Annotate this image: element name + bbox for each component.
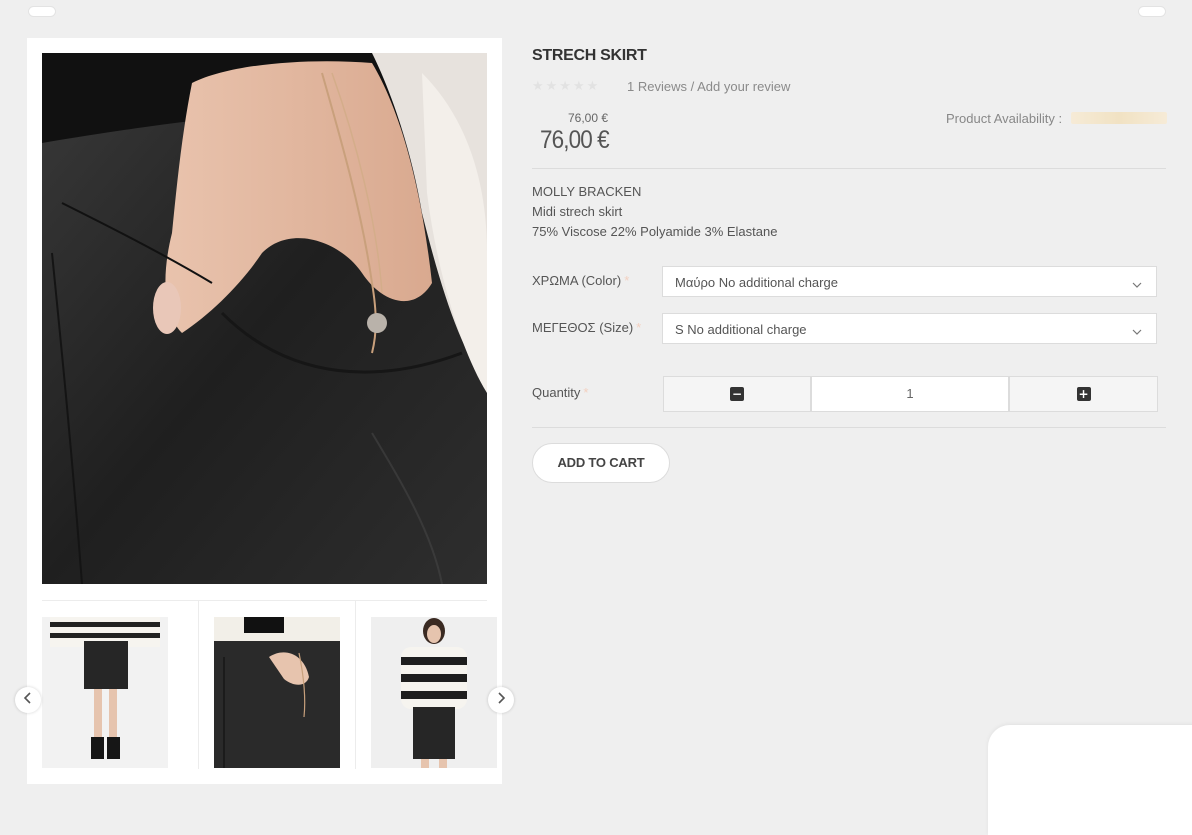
reviews-links: 1 Reviews / Add your review [627,79,790,94]
required-mark: * [636,320,642,335]
thumbnail-strip [42,600,497,769]
thumbnail-detail-view[interactable] [199,601,356,769]
top-right-pill[interactable] [1138,6,1166,17]
reviews-separator: / [690,79,695,94]
rating-stars: ★★★★★ [532,78,601,93]
chat-widget-tab[interactable] [988,725,1192,835]
quantity-input[interactable]: 1 [811,376,1009,412]
main-product-image[interactable] [42,53,487,584]
add-review-link[interactable]: Add your review [697,79,790,94]
gallery-prev-button[interactable] [15,687,41,713]
availability-label: Product Availability : [946,111,1063,126]
color-select-value: Μαύρο No additional charge [675,275,838,290]
required-mark: * [583,385,589,400]
old-price: 76,00 € [568,111,609,125]
description-brand: MOLLY BRACKEN [532,184,642,199]
size-select[interactable]: S No additional charge [662,313,1157,344]
quantity-label: Quantity * [532,385,588,400]
size-label-text: ΜΕΓΕΘΟΣ (Size) [532,320,634,335]
divider [532,427,1166,428]
gallery-next-button[interactable] [488,687,514,713]
top-left-pill[interactable] [28,6,56,17]
product-title: STRECH SKIRT [532,47,647,64]
thumbnail-front-view[interactable] [356,601,513,769]
chevron-down-icon [1132,277,1142,292]
chevron-right-icon [496,691,506,709]
quantity-increase-button[interactable]: + [1009,376,1158,412]
price: 76,00 € [540,126,610,154]
add-to-cart-button[interactable]: ADD TO CART [532,443,670,483]
chevron-left-icon [23,691,33,709]
color-option-label: ΧΡΩΜΑ (Color) * [532,273,629,288]
size-select-value: S No additional charge [675,322,807,337]
required-mark: * [624,273,630,288]
color-label-text: ΧΡΩΜΑ (Color) [532,273,622,288]
description-material: 75% Viscose 22% Polyamide 3% Elastane [532,224,778,239]
divider [532,168,1166,169]
quantity-label-text: Quantity [532,385,581,400]
color-select[interactable]: Μαύρο No additional charge [662,266,1157,297]
reviews-count-link[interactable]: 1 Reviews [627,79,687,94]
size-option-label: ΜΕΓΕΘΟΣ (Size) * [532,320,641,335]
description-type: Midi strech skirt [532,204,623,219]
plus-icon: + [1076,387,1091,401]
thumbnail-back-view[interactable] [42,601,199,769]
quantity-decrease-button[interactable]: − [663,376,811,412]
minus-icon: − [730,387,744,401]
chevron-down-icon [1132,324,1142,339]
product-gallery [27,38,502,784]
availability-indicator [1071,112,1167,124]
